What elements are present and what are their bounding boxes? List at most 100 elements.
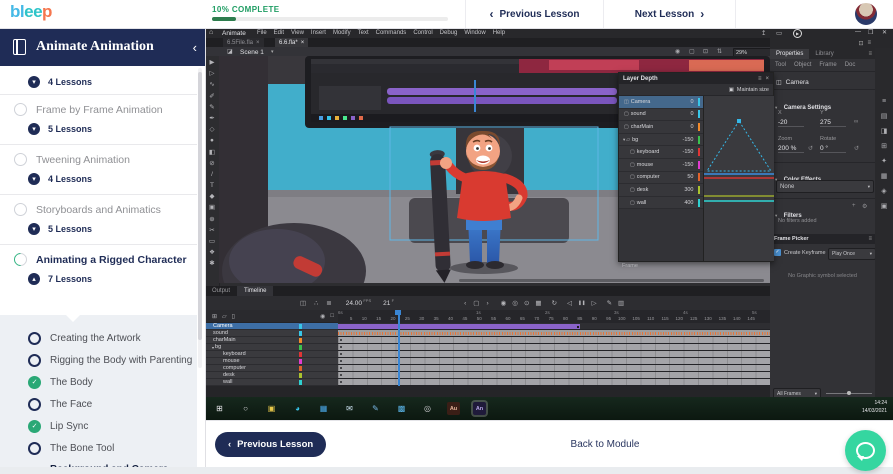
home-icon[interactable]: ⌂: [209, 29, 213, 36]
tool-icon[interactable]: ◇: [210, 126, 215, 133]
layer-depth-row[interactable]: ▢ keyboard -150: [619, 146, 703, 159]
add-filter-icon[interactable]: +: [852, 203, 856, 209]
rotate-stage-icon[interactable]: ⊡: [703, 48, 708, 55]
layer-depth-value[interactable]: 0: [690, 99, 693, 105]
tab-close-icon[interactable]: ×: [301, 40, 305, 46]
lesson-video[interactable]: ⌂ Animate FileEditViewInsertModifyTextCo…: [205, 28, 893, 420]
layer-depth-value[interactable]: 400: [684, 200, 693, 206]
docked-panel-icon[interactable]: ▣: [881, 202, 888, 210]
window-minimize-icon[interactable]: —: [855, 29, 861, 35]
tab-library[interactable]: Library: [809, 49, 839, 59]
sidebar-module[interactable]: Storyboards and Animatics ▾ 5 Lessons: [0, 194, 197, 244]
camera-rotate-field[interactable]: 0 °: [820, 145, 846, 153]
step-back-icon[interactable]: ‹: [464, 300, 466, 307]
taskbar-icon[interactable]: ◕: [291, 402, 304, 415]
sublesson-item[interactable]: The Face: [0, 393, 197, 415]
layer-depth-value[interactable]: 0: [690, 111, 693, 117]
marker-range-icon[interactable]: ▦: [535, 299, 541, 307]
timeline-layer-row[interactable]: wall: [205, 379, 770, 386]
layer-depth-value[interactable]: -150: [682, 137, 693, 143]
current-frame[interactable]: 21 F: [383, 298, 394, 307]
layer-depth-row[interactable]: ▢ desk 300: [619, 184, 703, 197]
depth-graph[interactable]: [703, 96, 774, 261]
edit-multiple-icon[interactable]: ⊙: [524, 299, 529, 307]
tool-icon[interactable]: ◆: [210, 193, 215, 200]
timeline-layer-row[interactable]: sound: [205, 330, 770, 337]
timeline-layer-row[interactable]: mouse: [205, 358, 770, 365]
module-expand-badge[interactable]: ▾: [28, 223, 40, 235]
tool-icon[interactable]: ✂: [209, 227, 214, 234]
sublesson-item[interactable]: ✓ Lip Sync: [0, 415, 197, 437]
new-layer-icon[interactable]: ⊞: [212, 313, 217, 320]
stage-horizontal-scrollbar[interactable]: [459, 279, 764, 282]
layer-track[interactable]: [338, 379, 770, 386]
reset-rotate-icon[interactable]: ↺: [854, 145, 859, 152]
document-tab-active[interactable]: 6.6.fla* ×: [275, 38, 308, 47]
docked-panel-icon[interactable]: ✦: [881, 157, 887, 165]
reset-zoom-icon[interactable]: ↺: [808, 145, 813, 152]
tool-icon[interactable]: T: [210, 182, 214, 189]
mode-tab[interactable]: Tool: [775, 62, 786, 68]
mode-tab[interactable]: Frame: [819, 62, 836, 68]
layer-depth-value[interactable]: 50: [687, 174, 693, 180]
playhead-line[interactable]: [398, 310, 400, 386]
panel-menu-icon[interactable]: ≡: [868, 236, 872, 242]
timeline-layer-row[interactable]: keyboard: [205, 351, 770, 358]
docked-panel-icon[interactable]: ▦: [881, 172, 888, 180]
taskbar-icon[interactable]: ▣: [265, 402, 278, 415]
layer-depth-row[interactable]: ▾ ▱ bg -150: [619, 134, 703, 147]
tool-icon[interactable]: ▭: [209, 238, 215, 245]
tab-output[interactable]: Output: [205, 286, 237, 296]
layer-depth-row[interactable]: ▢ charMain 0: [619, 121, 703, 134]
link-xy-icon[interactable]: ∞: [854, 119, 858, 125]
layer-name-cell[interactable]: sound: [205, 330, 338, 337]
layer-depth-row[interactable]: ▢ mouse -150: [619, 159, 703, 172]
layer-depth-icon[interactable]: ≣: [326, 299, 331, 307]
menu-item[interactable]: Commands: [376, 30, 407, 36]
folder-expand-icon[interactable]: ▾: [623, 137, 625, 143]
rewind-icon[interactable]: ◁: [567, 299, 572, 307]
layer-name-cell[interactable]: wall: [205, 379, 338, 386]
menu-item[interactable]: Insert: [311, 30, 326, 36]
stage-size-icon[interactable]: ⇅: [717, 48, 722, 55]
loop-icon[interactable]: ↻: [552, 299, 557, 307]
chevron-down-icon[interactable]: ▾: [271, 49, 274, 55]
timeline-layer-row[interactable]: desk: [205, 372, 770, 379]
tool-icon[interactable]: ▷: [210, 70, 215, 77]
sublesson-item[interactable]: Rigging the Body with Parenting: [0, 349, 197, 371]
show-all-icon[interactable]: ◉: [320, 313, 325, 320]
tab-close-icon[interactable]: ×: [256, 40, 260, 46]
taskbar-icon[interactable]: ⊞: [213, 402, 226, 415]
tool-icon[interactable]: ▶: [210, 59, 215, 66]
sidebar-collapse-icon[interactable]: ‹: [193, 40, 197, 55]
panel-close-icon[interactable]: ×: [765, 76, 769, 82]
panel-menu-icon[interactable]: ≡: [758, 76, 762, 82]
bleep-logo[interactable]: bleep: [10, 2, 52, 22]
parenting-view-icon[interactable]: ∴: [314, 299, 318, 307]
layer-track[interactable]: [338, 365, 770, 372]
docked-panel-icon[interactable]: ▤: [881, 112, 888, 120]
back-to-module-link[interactable]: Back to Module: [545, 439, 665, 450]
layer-depth-row[interactable]: ▢ wall 400: [619, 197, 703, 210]
menu-item[interactable]: Help: [493, 30, 505, 36]
tab-properties[interactable]: Properties: [770, 49, 809, 59]
layer-name-cell[interactable]: keyboard: [205, 351, 338, 358]
menu-item[interactable]: Window: [464, 30, 485, 36]
tool-icon[interactable]: ∿: [209, 81, 214, 88]
scene-breadcrumb[interactable]: Scene 1: [240, 49, 264, 56]
layer-name-cell[interactable]: desk: [205, 372, 338, 379]
layer-depth-panel[interactable]: Layer Depth ≡× ▣ Maintain size ◫ Camera …: [618, 72, 774, 262]
layer-track[interactable]: [338, 323, 770, 330]
layer-depth-value[interactable]: 300: [684, 187, 693, 193]
layer-track[interactable]: [338, 351, 770, 358]
sidebar-module[interactable]: Frame by Frame Animation ▾ 5 Lessons: [0, 94, 197, 144]
frame-view-icon[interactable]: ▥: [618, 299, 624, 307]
layer-depth-row[interactable]: ▢ computer 50: [619, 172, 703, 185]
layer-track[interactable]: [338, 337, 770, 344]
module-expand-badge[interactable]: ▾: [28, 173, 40, 185]
clip-content-icon[interactable]: ▢: [689, 48, 695, 55]
window-close-icon[interactable]: ✕: [882, 29, 887, 36]
tool-icon[interactable]: ⊘: [209, 160, 214, 167]
taskbar-icon[interactable]: An: [473, 402, 486, 415]
share-icon[interactable]: ↥: [761, 29, 766, 37]
